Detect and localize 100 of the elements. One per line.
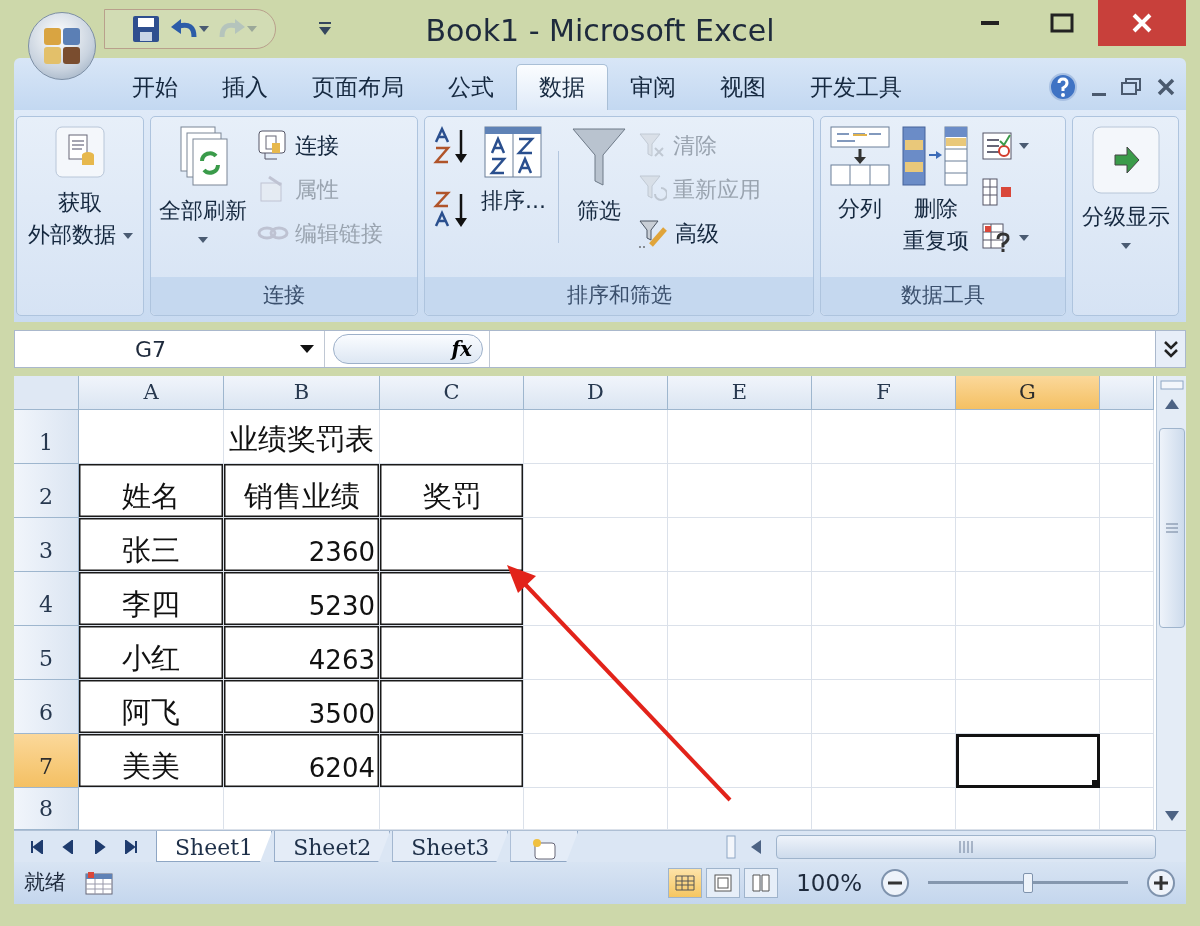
help-button[interactable]	[1046, 70, 1080, 104]
table-cell: 2360	[224, 518, 380, 572]
column-header[interactable]: A	[79, 376, 224, 410]
ribbon-button[interactable]: 删除 重复项	[899, 121, 973, 261]
ribbon-button[interactable]: 全部刷新	[157, 121, 249, 247]
ribbon-button[interactable]: 筛选	[569, 121, 629, 231]
close-icon	[1156, 77, 1176, 97]
scrollbar-thumb[interactable]	[776, 834, 1156, 859]
status-text: 就绪	[24, 869, 66, 897]
table-cell: 张三	[79, 518, 224, 572]
row-header[interactable]: 3	[14, 518, 79, 572]
left-arrow-icon	[751, 839, 761, 854]
row-header[interactable]: 8	[14, 788, 79, 830]
sort-icon	[483, 125, 544, 179]
table-cell: 姓名	[79, 464, 224, 518]
last-icon	[124, 839, 139, 854]
sheet-tab[interactable]: Sheet3	[392, 831, 509, 862]
close-button[interactable]	[1098, 0, 1186, 46]
table-cell: 4263	[224, 626, 380, 680]
caret-icon	[247, 26, 257, 32]
office-logo-icon	[42, 26, 82, 66]
ribbon-tab[interactable]: 视图	[698, 64, 788, 110]
minus-icon	[880, 868, 910, 898]
expand-button[interactable]	[1155, 331, 1185, 367]
close-icon	[1131, 12, 1153, 34]
insert-function-button[interactable]: fx	[333, 334, 483, 364]
zoom-in-button[interactable]	[1146, 868, 1176, 898]
caret-icon	[198, 236, 208, 243]
row-header[interactable]: 5	[14, 626, 79, 680]
ribbon-tab[interactable]: 开始	[110, 64, 200, 110]
table-cell: 李四	[79, 572, 224, 626]
document-icon	[52, 125, 108, 181]
table-cell	[1100, 410, 1154, 464]
caret-icon	[300, 345, 314, 353]
scrollbar-thumb[interactable]	[1158, 428, 1185, 628]
table-cell	[1100, 680, 1154, 734]
view-button[interactable]	[744, 868, 779, 898]
column-header[interactable]: F	[812, 376, 956, 410]
column-header[interactable]: E	[668, 376, 812, 410]
next-icon	[92, 839, 107, 854]
chevron-icon	[1162, 340, 1179, 358]
split-handle-icon[interactable]	[726, 834, 736, 859]
funnel-icon	[571, 125, 627, 189]
column-header[interactable]: C	[380, 376, 524, 410]
table-cell: 5230	[224, 572, 380, 626]
row-header[interactable]: 1	[14, 410, 79, 464]
slider-thumb[interactable]	[1023, 873, 1033, 893]
active-cell[interactable]	[956, 734, 1100, 788]
sheet-icon	[85, 871, 113, 896]
previous-icon	[61, 839, 76, 854]
up-arrow-icon	[1164, 399, 1179, 409]
maximize-icon	[1050, 13, 1074, 33]
ribbon-tab[interactable]: 公式	[426, 64, 516, 110]
zoom-level[interactable]: 100%	[796, 865, 862, 901]
table-cell	[1100, 734, 1154, 788]
redo-icon	[219, 19, 245, 39]
ribbon-tab[interactable]: 数据	[516, 64, 608, 110]
consolidate-icon	[981, 177, 1013, 207]
row-header[interactable]: 6	[14, 680, 79, 734]
caret-icon	[1019, 143, 1029, 149]
view-button[interactable]	[706, 868, 741, 898]
ribbon-button[interactable]: 高级	[635, 211, 763, 255]
ribbon-button[interactable]: 连接	[255, 123, 385, 167]
data-validation-icon	[981, 131, 1013, 161]
table-cell: 3500	[224, 680, 380, 734]
row-header[interactable]: 2	[14, 464, 79, 518]
caret-icon	[199, 26, 209, 32]
clear-filter-icon	[637, 130, 667, 160]
column-header[interactable]: D	[524, 376, 668, 410]
page-break-icon	[750, 873, 773, 893]
column-header[interactable]: B	[224, 376, 380, 410]
ribbon-button[interactable]: 分列	[827, 121, 893, 229]
split-handle-icon[interactable]	[1159, 380, 1184, 390]
group-label: 排序和筛选	[425, 277, 813, 315]
grip-icon	[1165, 523, 1178, 533]
view-button[interactable]	[668, 868, 703, 898]
ribbon-tab[interactable]: 开发工具	[788, 64, 924, 110]
plus-icon	[1146, 868, 1176, 898]
table-cell	[1100, 464, 1154, 518]
sheet-tab[interactable]: Sheet1	[156, 831, 273, 862]
row-header[interactable]: 4	[14, 572, 79, 626]
table-cell: 奖罚	[380, 464, 524, 518]
table-cell: 6204	[224, 734, 380, 788]
connection-icon	[257, 129, 289, 161]
column-header[interactable]: G	[956, 376, 1100, 410]
sheet-tab[interactable]: Sheet2	[274, 831, 391, 862]
help-icon	[1048, 72, 1078, 102]
table-cell	[1100, 626, 1154, 680]
ribbon-button[interactable]: 排序...	[479, 121, 548, 221]
row-header[interactable]: 7	[14, 734, 79, 788]
group-label: 数据工具	[821, 277, 1065, 315]
ribbon-tab[interactable]: 插入	[200, 64, 290, 110]
ribbon-tab[interactable]: 页面布局	[290, 64, 426, 110]
window-title: Book1 - Microsoft Excel	[425, 13, 775, 48]
caret-icon	[1120, 242, 1131, 249]
group-label: 连接	[151, 277, 417, 315]
ribbon-tab[interactable]: 审阅	[608, 64, 698, 110]
table-cell: 销售业绩	[224, 464, 380, 518]
zoom-out-button[interactable]	[880, 868, 910, 898]
first-icon	[29, 839, 44, 854]
